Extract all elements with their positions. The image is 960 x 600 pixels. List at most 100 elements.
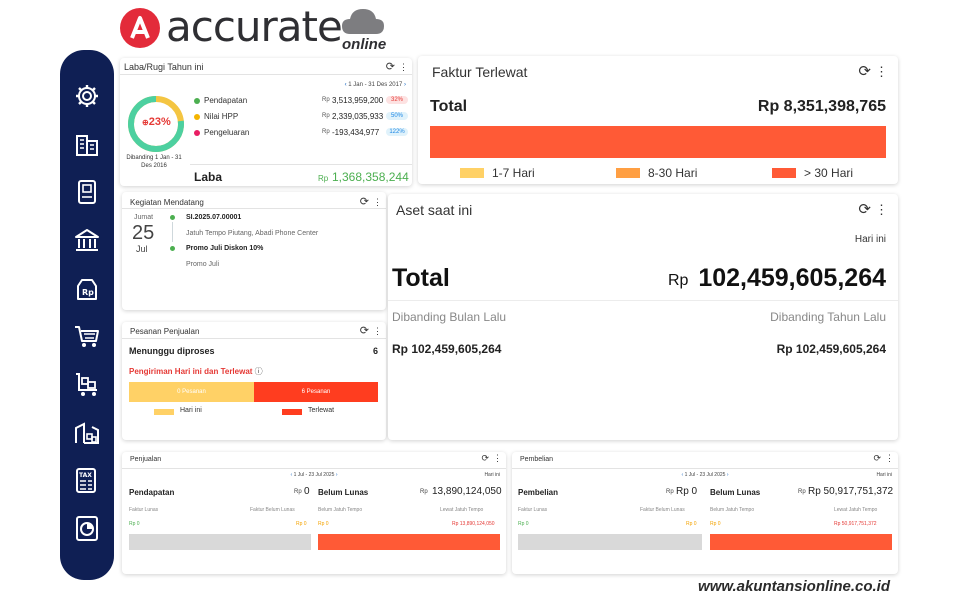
divider bbox=[122, 468, 506, 469]
faktur-stacked-bar[interactable] bbox=[430, 126, 886, 158]
more-icon[interactable]: ⋮ bbox=[875, 64, 888, 79]
legend-swatch bbox=[460, 168, 484, 178]
belum-lunas-bar[interactable] bbox=[318, 534, 500, 550]
compare-month-label: Dibanding Bulan Lalu bbox=[392, 310, 507, 324]
event-title[interactable]: Promo Juli Diskon 10% bbox=[186, 245, 263, 252]
building-icon[interactable] bbox=[73, 130, 101, 158]
legend-label: Hari ini bbox=[180, 407, 202, 414]
belum-jatuh-tempo-label: Belum Jatuh Tempo bbox=[318, 507, 363, 513]
faktur-title: Faktur Terlewat bbox=[432, 64, 528, 80]
today-bar[interactable]: 0 Pesanan bbox=[129, 382, 254, 402]
more-icon[interactable]: ⋮ bbox=[875, 202, 888, 217]
legend-swatch bbox=[616, 168, 640, 178]
info-icon[interactable]: ⓘ bbox=[255, 367, 263, 376]
chevron-left-icon[interactable]: ‹ bbox=[345, 82, 347, 88]
faktur-belum-lunas-label: Faktur Belum Lunas bbox=[640, 507, 685, 513]
chevron-left-icon[interactable]: ‹ bbox=[291, 472, 293, 478]
aset-total-currency: Rp bbox=[668, 272, 689, 289]
refresh-icon[interactable]: ⟳ bbox=[481, 453, 489, 463]
belum-lunas-bar[interactable] bbox=[710, 534, 892, 550]
refresh-icon[interactable]: ⟳ bbox=[386, 61, 395, 73]
legend-label: Pengeluaran bbox=[204, 128, 250, 137]
cart-icon[interactable] bbox=[73, 322, 101, 350]
legend-row-hpp: Nilai HPP Rp 2,339,035,933 50% bbox=[194, 112, 412, 124]
faktur-total-value: Rp 8,351,398,765 bbox=[757, 98, 886, 115]
penjualan-period-nav: ‹ 1 Jul - 23 Jul 2025 › bbox=[122, 472, 506, 478]
pendapatan-bar[interactable] bbox=[129, 534, 311, 550]
laba-currency: Rp bbox=[318, 174, 329, 183]
chevron-left-icon[interactable]: ‹ bbox=[682, 472, 684, 478]
watermark: www.akuntansionline.co.id bbox=[698, 578, 890, 595]
divider bbox=[120, 74, 412, 75]
currency-label: Rp bbox=[666, 489, 674, 495]
currency-label: Rp bbox=[294, 489, 302, 495]
period-dropdown[interactable]: Hari ini bbox=[484, 472, 500, 478]
legend-label: 8-30 Hari bbox=[648, 166, 698, 180]
laba-rugi-period-nav: ‹ 1 Jan - 31 Des 2017 › bbox=[345, 82, 406, 88]
pembelian-bar[interactable] bbox=[518, 534, 702, 550]
calendar-date: 25 bbox=[132, 222, 155, 244]
refresh-icon[interactable]: ⟳ bbox=[858, 63, 871, 80]
event-subtitle: Promo Juli bbox=[186, 261, 220, 268]
inventory-cart-icon[interactable] bbox=[73, 370, 101, 398]
kegiatan-tools: ⟳ ⋮ bbox=[360, 195, 382, 208]
more-icon[interactable]: ⋮ bbox=[885, 453, 894, 463]
laba-value: 1,368,358,244 bbox=[332, 170, 409, 184]
refresh-icon[interactable]: ⟳ bbox=[873, 453, 881, 463]
more-icon[interactable]: ⋮ bbox=[373, 197, 382, 207]
price-tag-icon[interactable]: Rp bbox=[73, 274, 101, 302]
belum-jatuh-tempo-label: Belum Jatuh Tempo bbox=[710, 507, 755, 513]
compare-year-label: Dibanding Tahun Lalu bbox=[770, 310, 886, 324]
chevron-right-icon[interactable]: › bbox=[336, 472, 338, 478]
waiting-label[interactable]: Menunggu diproses bbox=[129, 346, 215, 356]
penjualan-title: Penjualan bbox=[130, 456, 162, 463]
warehouse-icon[interactable] bbox=[73, 418, 101, 446]
currency-label: Rp bbox=[322, 129, 330, 135]
bank-icon[interactable] bbox=[73, 226, 101, 254]
lewat-jatuh-tempo-label: Lewat Jatuh Tempo bbox=[440, 507, 484, 513]
belum-lunas-label: Belum Lunas bbox=[710, 488, 761, 497]
belum-jatuh-tempo-amount: Rp 0 bbox=[710, 521, 721, 527]
decrease-arrow-icon: ⊕ bbox=[142, 118, 149, 127]
aset-card: Aset saat ini ⟳ ⋮ Hari ini Total Rp 102,4… bbox=[388, 194, 898, 440]
pembelian-label: Pembelian bbox=[518, 488, 559, 497]
chevron-right-icon[interactable]: › bbox=[727, 472, 729, 478]
gear-icon[interactable] bbox=[73, 82, 101, 110]
more-icon[interactable]: ⋮ bbox=[399, 62, 408, 72]
faktur-lunas-amount: Rp 0 bbox=[518, 521, 529, 527]
refresh-icon[interactable]: ⟳ bbox=[360, 196, 369, 208]
overdue-bar[interactable]: 6 Pesanan bbox=[254, 382, 378, 402]
lewat-jatuh-tempo-amount: Rp 50,917,751,372 bbox=[834, 521, 877, 527]
legend-label: Terlewat bbox=[308, 407, 335, 414]
penjualan-tools: ⟳ ⋮ bbox=[481, 453, 502, 464]
period-dropdown[interactable]: Hari ini bbox=[876, 472, 892, 478]
refresh-icon[interactable]: ⟳ bbox=[858, 201, 871, 218]
faktur-lunas-label: Faktur Lunas bbox=[518, 507, 548, 513]
report-chart-icon[interactable] bbox=[73, 514, 101, 542]
tax-document-icon[interactable]: TAX bbox=[73, 466, 101, 494]
more-icon[interactable]: ⋮ bbox=[373, 326, 382, 336]
pembelian-tools: ⟳ ⋮ bbox=[873, 453, 894, 464]
more-icon[interactable]: ⋮ bbox=[493, 453, 502, 463]
legend-label: Nilai HPP bbox=[204, 112, 239, 121]
percent-badge: 50% bbox=[386, 112, 408, 120]
refresh-icon[interactable]: ⟳ bbox=[360, 325, 369, 337]
kegiatan-title: Kegiatan Mendatang bbox=[130, 198, 204, 207]
legend-amount: -193,434,977 bbox=[332, 128, 380, 137]
currency-label: Rp bbox=[322, 113, 330, 119]
logo-subtext: online bbox=[342, 36, 387, 53]
legend-dot bbox=[194, 114, 200, 120]
pembelian-period-nav: ‹ 1 Jul - 23 Jul 2025 › bbox=[512, 472, 898, 478]
divider bbox=[122, 338, 386, 339]
laba-rugi-percent: ⊕23% bbox=[142, 116, 171, 128]
book-icon[interactable] bbox=[73, 178, 101, 206]
legend-swatch bbox=[282, 409, 302, 415]
calendar-month: Jul bbox=[136, 244, 148, 254]
logo-mark-icon bbox=[120, 8, 160, 48]
currency-label: Rp bbox=[322, 97, 330, 103]
pembelian-title: Pembelian bbox=[520, 456, 554, 463]
chevron-right-icon[interactable]: › bbox=[404, 82, 406, 88]
pendapatan-value: 0 bbox=[304, 486, 310, 497]
event-title[interactable]: SI.2025.07.00001 bbox=[186, 214, 241, 221]
percent-value: 23% bbox=[148, 116, 171, 128]
